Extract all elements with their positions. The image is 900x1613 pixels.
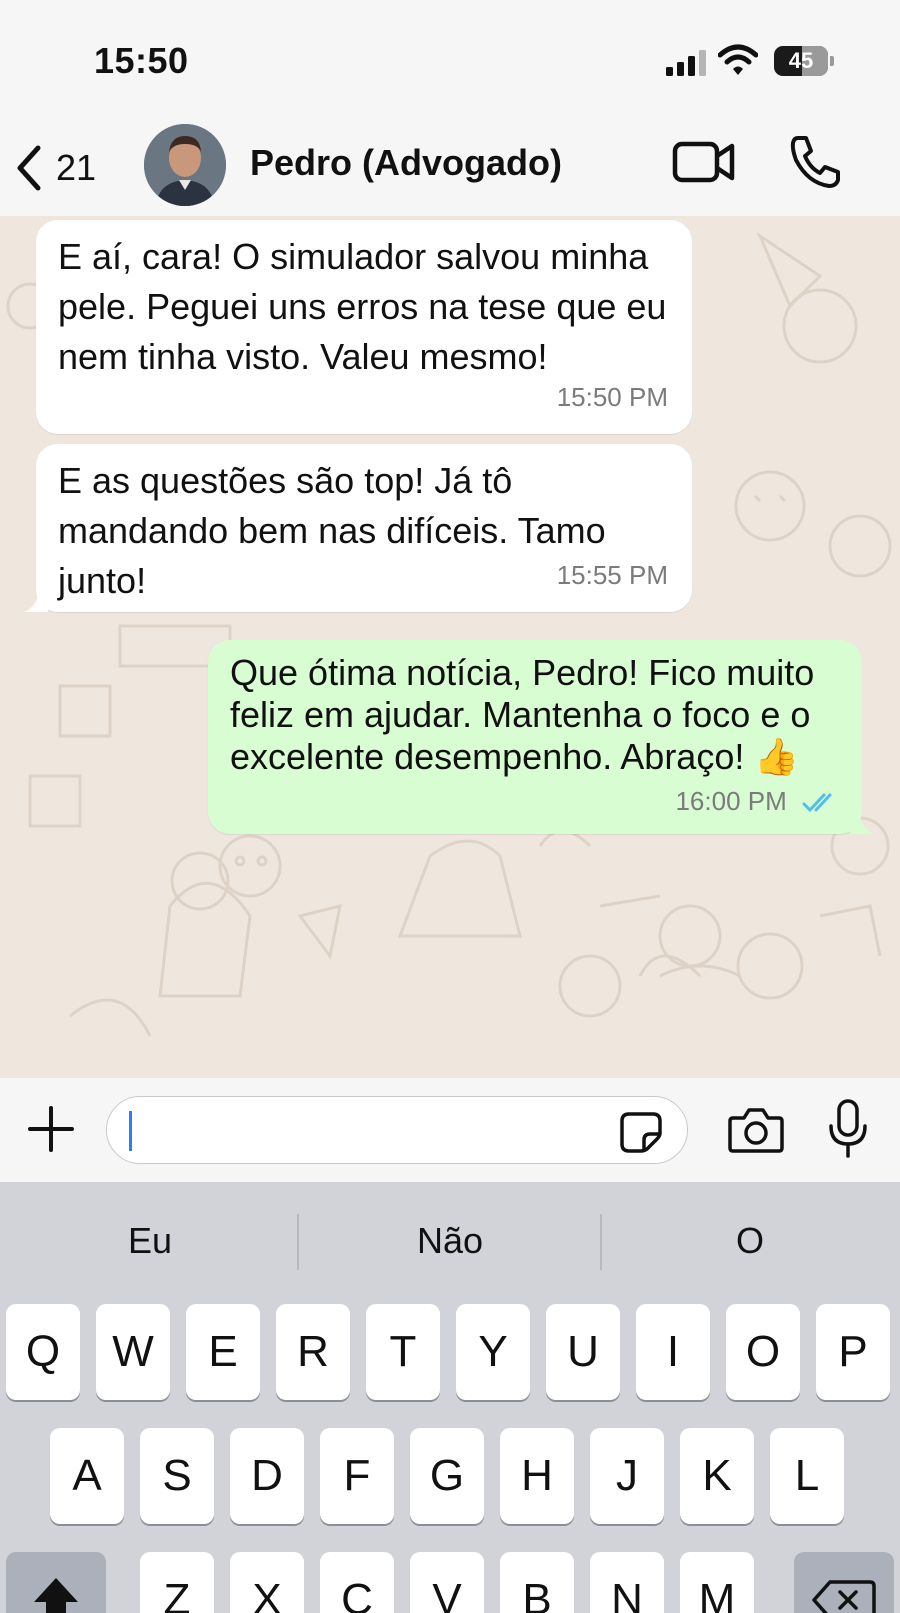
message-bubble-incoming[interactable]: E as questões são top! Já tô mandando be…: [24, 444, 692, 612]
status-time: 15:50: [94, 40, 189, 81]
message-input[interactable]: [106, 1096, 688, 1164]
message-timestamp: 15:50 PM: [556, 382, 668, 412]
suggestion-item[interactable]: O: [600, 1182, 900, 1300]
autocomplete-bar: Eu Não O: [0, 1182, 900, 1300]
chevron-left-icon: [17, 145, 41, 191]
key[interactable]: A: [50, 1428, 124, 1524]
back-button[interactable]: 21: [14, 136, 114, 200]
message-text: Que ótima notícia, Pedro! Fico muito fel…: [230, 652, 815, 777]
key[interactable]: F: [320, 1428, 394, 1524]
microphone-icon[interactable]: [826, 1098, 870, 1160]
key[interactable]: I: [636, 1304, 710, 1400]
keyboard: Eu Não O Q W E R T Y U I O P A S D F G H…: [0, 1182, 900, 1613]
message-timestamp-row: 16:00 PM: [675, 780, 838, 822]
key[interactable]: G: [410, 1428, 484, 1524]
key[interactable]: T: [366, 1304, 440, 1400]
chat-header: 21 Pedro (Advogado): [0, 120, 900, 216]
chat-area[interactable]: E aí, cara! O simulador salvou minha pel…: [0, 216, 900, 1078]
sticker-icon[interactable]: [619, 1111, 663, 1153]
plus-icon[interactable]: [26, 1104, 76, 1154]
backspace-key[interactable]: [794, 1552, 894, 1613]
message-timestamp: 15:55 PM: [556, 560, 668, 590]
key[interactable]: Y: [456, 1304, 530, 1400]
shift-key[interactable]: [6, 1552, 106, 1613]
camera-icon[interactable]: [728, 1106, 784, 1154]
suggestion-item[interactable]: Não: [300, 1182, 600, 1300]
message-input-bar: [0, 1078, 900, 1182]
key[interactable]: S: [140, 1428, 214, 1524]
key[interactable]: O: [726, 1304, 800, 1400]
key[interactable]: C: [320, 1552, 394, 1613]
key[interactable]: X: [230, 1552, 304, 1613]
backspace-icon: [812, 1580, 876, 1613]
phone-icon[interactable]: [786, 132, 842, 192]
key[interactable]: N: [590, 1552, 664, 1613]
message-text: E aí, cara! O simulador salvou minha pel…: [58, 236, 667, 377]
key[interactable]: K: [680, 1428, 754, 1524]
divider: [297, 1214, 299, 1270]
key[interactable]: U: [546, 1304, 620, 1400]
key[interactable]: B: [500, 1552, 574, 1613]
key[interactable]: Q: [6, 1304, 80, 1400]
key[interactable]: Z: [140, 1552, 214, 1613]
bubble-tail: [850, 810, 874, 834]
text-cursor: [129, 1111, 132, 1151]
key[interactable]: V: [410, 1552, 484, 1613]
key[interactable]: L: [770, 1428, 844, 1524]
key[interactable]: E: [186, 1304, 260, 1400]
key[interactable]: W: [96, 1304, 170, 1400]
cellular-signal-icon: [666, 50, 706, 76]
avatar[interactable]: [144, 124, 226, 206]
battery-icon: 45: [774, 46, 834, 76]
message-bubble-outgoing[interactable]: Que ótima notícia, Pedro! Fico muito fel…: [208, 640, 874, 834]
wifi-icon: [718, 44, 758, 75]
key[interactable]: M: [680, 1552, 754, 1613]
read-receipt-icon: [802, 793, 832, 813]
key[interactable]: H: [500, 1428, 574, 1524]
video-call-icon[interactable]: [672, 134, 736, 190]
message-bubble-incoming[interactable]: E aí, cara! O simulador salvou minha pel…: [36, 220, 692, 434]
contact-name[interactable]: Pedro (Advogado): [250, 142, 562, 184]
suggestion-item[interactable]: Eu: [0, 1182, 300, 1300]
key[interactable]: J: [590, 1428, 664, 1524]
shift-icon: [34, 1578, 78, 1613]
status-bar: 15:50 45: [0, 0, 900, 120]
key[interactable]: R: [276, 1304, 350, 1400]
key[interactable]: D: [230, 1428, 304, 1524]
bubble-tail: [24, 588, 48, 612]
key[interactable]: P: [816, 1304, 890, 1400]
message-timestamp: 16:00 PM: [675, 786, 787, 816]
battery-level: 45: [788, 48, 814, 73]
unread-count: 21: [56, 147, 97, 188]
